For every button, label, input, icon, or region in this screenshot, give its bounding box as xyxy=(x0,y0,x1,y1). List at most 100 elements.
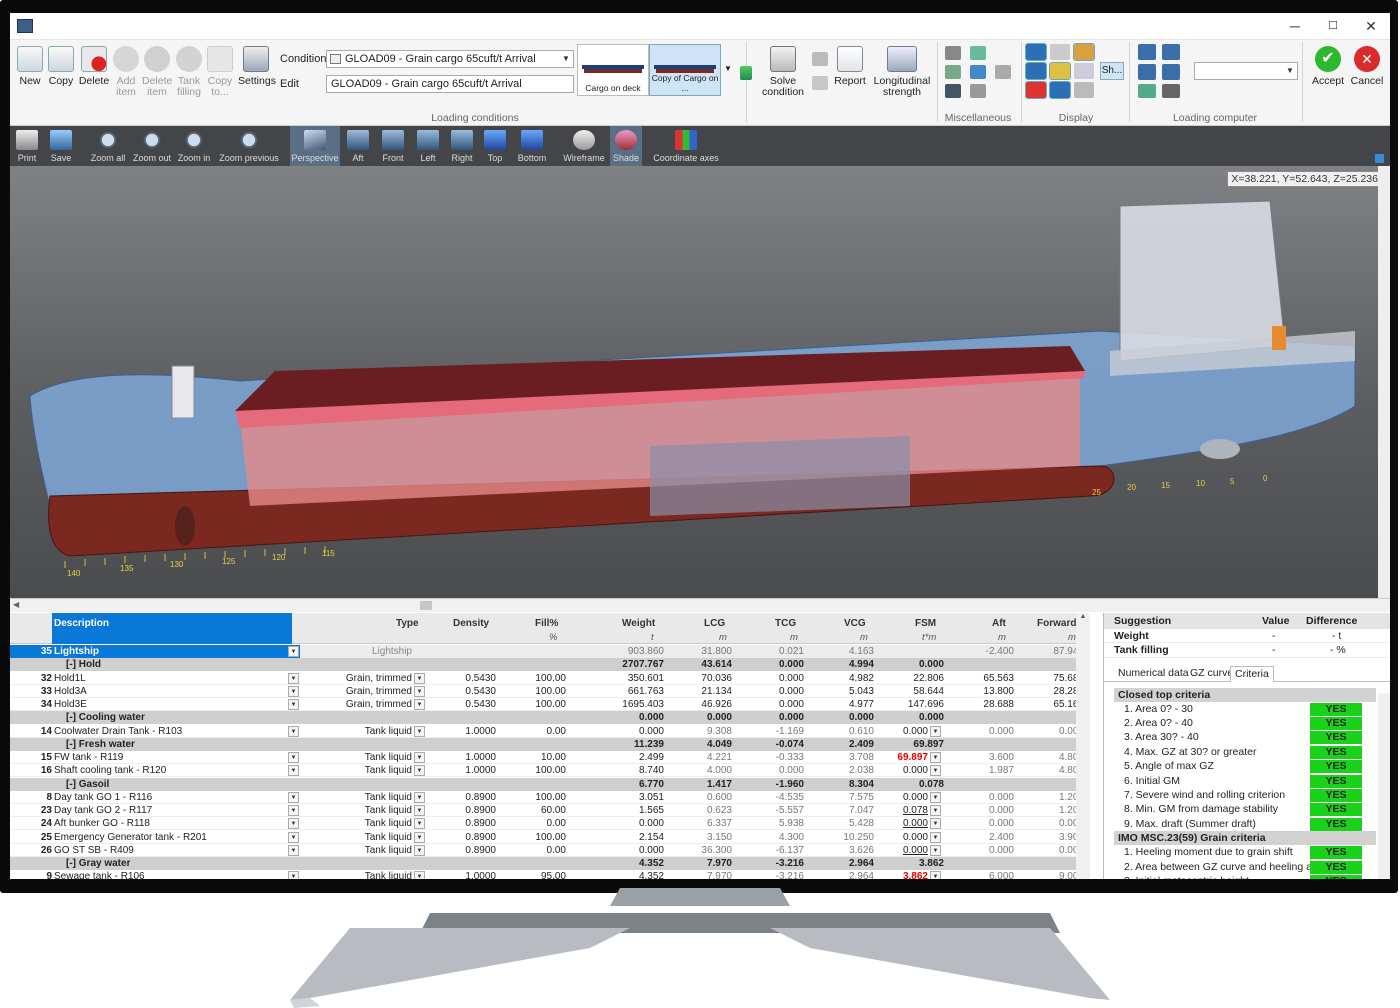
chevron-down-icon[interactable]: ▼ xyxy=(414,818,425,830)
copy-to-button[interactable]: Copy to... xyxy=(206,46,234,98)
table-row[interactable]: 16 Shaft cooling tank - R120 ▼ Tank liquid ▼… xyxy=(10,764,1084,778)
table-row[interactable]: 14 Coolwater Drain Tank - R103 ▼ Tank liqui… xyxy=(10,724,1084,738)
group-row[interactable]: [-] Gray water 4.352 7.970 -3.216 2.964 3.862 xyxy=(10,857,1076,871)
chevron-down-icon[interactable]: ▼ xyxy=(930,765,941,777)
coordinate-axes-button[interactable]: Coordinate axes xyxy=(652,126,720,166)
chevron-down-icon[interactable]: ▼ xyxy=(930,725,941,737)
group-row[interactable]: [-] Fresh water 11.239 4.049 -0.074 2.409 69.… xyxy=(10,737,1076,751)
col-tcg[interactable]: TCG xyxy=(775,618,796,629)
aft-view-button[interactable]: Aft xyxy=(344,126,372,166)
longitudinal-strength-button[interactable]: Longitudinal strength xyxy=(870,46,934,98)
scroll-up-icon[interactable]: ▲ xyxy=(1076,613,1090,620)
display-icon-8[interactable] xyxy=(1049,81,1071,99)
show-more-button[interactable]: Sh... xyxy=(1100,62,1124,80)
settings-button[interactable]: Settings xyxy=(238,46,276,87)
chevron-down-icon[interactable]: ▼ xyxy=(930,805,941,816)
accept-button[interactable]: ✔ Accept xyxy=(1308,46,1348,87)
table-row[interactable]: 15 FW tank - R119 ▼ Tank liquid ▼ 1.0000 10.00… xyxy=(10,751,1084,765)
criterion-row[interactable]: 1. Heeling moment due to grain shift YES xyxy=(1114,845,1376,860)
condition-select[interactable]: GLOAD09 - Grain cargo 65cuft/t Arrival ▼ xyxy=(326,50,574,68)
solve-condition-button[interactable]: Solve condition xyxy=(760,46,806,98)
table-row[interactable]: 23 Day tank GO 2 - R117 ▼ Tank liquid ▼ 0.890… xyxy=(10,804,1084,818)
save-button[interactable]: Save xyxy=(46,126,76,166)
chevron-down-icon[interactable]: ▼ xyxy=(414,871,425,879)
bottom-view-button[interactable]: Bottom xyxy=(514,126,550,166)
chevron-down-icon[interactable]: ▼ xyxy=(930,831,941,843)
col-fsm[interactable]: FSM xyxy=(915,618,936,629)
col-lcg[interactable]: LCG xyxy=(704,618,725,629)
printer-icon[interactable] xyxy=(812,52,828,66)
display-icon-4[interactable] xyxy=(1025,62,1047,80)
horizontal-scrollbar[interactable]: ◀ xyxy=(10,598,1390,612)
col-forward[interactable]: Forward xyxy=(1037,618,1076,629)
chevron-down-icon[interactable]: ▼ xyxy=(288,805,299,816)
misc-icon-2[interactable] xyxy=(970,46,986,60)
front-view-button[interactable]: Front xyxy=(378,126,408,166)
table-row[interactable]: 26 GO ST SB - R409 ▼ Tank liquid ▼ 0.8900 0.00… xyxy=(10,843,1084,857)
chevron-down-icon[interactable]: ▼ xyxy=(288,831,299,843)
criterion-row[interactable]: 6. Initial GM YES xyxy=(1114,773,1376,788)
computer-icon-4[interactable] xyxy=(1162,64,1180,80)
display-icon-3[interactable] xyxy=(1073,43,1095,61)
chevron-down-icon[interactable]: ▼ xyxy=(288,791,299,803)
display-icon-7[interactable] xyxy=(1025,81,1047,99)
chevron-down-icon[interactable]: ▼ xyxy=(288,752,299,763)
shade-button[interactable]: Shade xyxy=(610,126,642,166)
criterion-row[interactable]: 3. Initial metacentric height YES xyxy=(1114,873,1376,879)
col-vcg[interactable]: VCG xyxy=(844,618,866,629)
condition-name-field[interactable]: GLOAD09 - Grain cargo 65cuft/t Arrival xyxy=(326,75,574,93)
table-row[interactable]: 9 Sewage tank - R106 ▼ Tank liquid ▼ 1.0000 95… xyxy=(10,870,1084,879)
table-row[interactable]: 8 Day tank GO 1 - R116 ▼ Tank liquid ▼ 0.8900… xyxy=(10,790,1084,804)
right-view-button[interactable]: Right xyxy=(448,126,476,166)
chevron-down-icon[interactable]: ▼ xyxy=(414,725,425,737)
display-icon-9[interactable] xyxy=(1074,82,1094,98)
delete-item-button[interactable]: Delete item xyxy=(142,46,172,98)
table-row[interactable]: 25 Emergency Generator tank - R201 ▼ Tank l… xyxy=(10,830,1084,844)
misc-icon-3[interactable] xyxy=(945,65,961,79)
computer-icon-3[interactable] xyxy=(1138,64,1156,80)
delete-button[interactable]: Delete xyxy=(78,46,110,87)
chevron-down-icon[interactable]: ▼ xyxy=(414,805,425,816)
display-icon-1[interactable] xyxy=(1025,43,1047,61)
chevron-down-icon[interactable]: ▼ xyxy=(288,725,299,737)
misc-icon-5[interactable] xyxy=(995,65,1011,79)
gallery-more-icon[interactable]: ▼ xyxy=(724,64,732,73)
wireframe-button[interactable]: Wireframe xyxy=(560,126,608,166)
display-icon-5[interactable] xyxy=(1049,62,1071,80)
table-row[interactable]: 34 Hold3E ▼ Grain, trimmed ▼ 0.5430 100.00 1695… xyxy=(10,698,1084,712)
chevron-down-icon[interactable]: ▼ xyxy=(288,685,299,697)
misc-icon-6[interactable] xyxy=(945,84,961,98)
table-row[interactable]: 35 Lightship ▼ Lightship 903.860 31.800 0.021 4… xyxy=(10,645,1084,659)
col-description[interactable]: Description xyxy=(54,618,109,629)
maximize-button[interactable]: ☐ xyxy=(1314,13,1352,40)
chevron-down-icon[interactable]: ▼ xyxy=(414,672,425,684)
thumb-cargo-on-deck[interactable]: Cargo on deck xyxy=(577,44,649,96)
chevron-down-icon[interactable]: ▼ xyxy=(288,871,299,879)
col-density[interactable]: Density xyxy=(453,618,489,629)
criterion-row[interactable]: 4. Max. GZ at 30? or greater YES xyxy=(1114,744,1376,760)
export-icon[interactable] xyxy=(812,76,828,90)
table-row[interactable]: 32 Hold1L ▼ Grain, trimmed ▼ 0.5430 100.00 350.… xyxy=(10,671,1084,685)
table-row[interactable]: 24 Aft bunker GO - R118 ▼ Tank liquid ▼ 0.890… xyxy=(10,817,1084,831)
group-row[interactable]: [-] Gasoil 6.770 1.417 -1.960 8.304 0.078 xyxy=(10,777,1076,791)
scroll-left-icon[interactable]: ◀ xyxy=(13,600,19,609)
misc-icon-1[interactable] xyxy=(945,46,961,60)
chevron-down-icon[interactable]: ▼ xyxy=(414,685,425,697)
chevron-down-icon[interactable]: ▼ xyxy=(414,765,425,777)
chevron-down-icon[interactable]: ▼ xyxy=(288,765,299,777)
chevron-down-icon[interactable]: ▼ xyxy=(930,871,941,879)
report-button[interactable]: Report xyxy=(833,46,867,87)
display-icon-2[interactable] xyxy=(1050,44,1070,60)
zoom-previous-button[interactable]: Zoom previous xyxy=(216,126,282,166)
table-scrollbar[interactable]: ▲ xyxy=(1076,613,1090,879)
computer-select[interactable]: ▼ xyxy=(1194,62,1298,80)
criterion-row[interactable]: 2. Area between GZ curve and heeling arm… xyxy=(1114,859,1376,874)
criterion-row[interactable]: 5. Angle of max GZ YES xyxy=(1114,759,1376,774)
criteria-scrollbar[interactable] xyxy=(1378,693,1390,879)
zoom-out-button[interactable]: Zoom out xyxy=(130,126,174,166)
criterion-row[interactable]: 2. Area 0? - 40 YES xyxy=(1114,715,1376,731)
3d-viewport[interactable]: X=38.221, Y=52.643, Z=25.236 140 135 130… xyxy=(10,166,1390,598)
group-row[interactable]: [-] Cooling water 0.000 0.000 0.000 0.000 0.0… xyxy=(10,711,1076,725)
col-aft[interactable]: Aft xyxy=(992,618,1006,629)
criterion-row[interactable]: 3. Area 30? - 40 YES xyxy=(1114,730,1376,745)
